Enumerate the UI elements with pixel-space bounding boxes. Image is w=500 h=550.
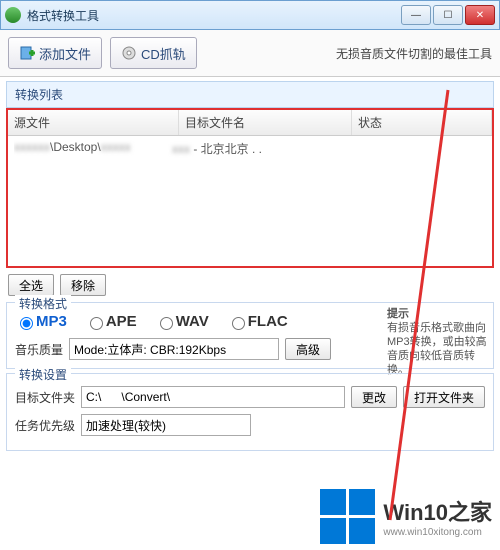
settings-group: 转换设置 目标文件夹 更改 打开文件夹 任务优先级 [6, 373, 494, 451]
titlebar: 格式转换工具 — ☐ ✕ [0, 0, 500, 30]
settings-group-title: 转换设置 [15, 366, 71, 383]
quality-label: 音乐质量 [15, 341, 63, 358]
conversion-list: 源文件 目标文件名 状态 xxxxxx\Desktop\xxxxx xxx - … [6, 110, 494, 268]
watermark-url: www.win10xitong.com [383, 527, 481, 538]
priority-select[interactable] [81, 414, 251, 436]
target-folder-label: 目标文件夹 [15, 389, 75, 406]
row-target: - 北京北京 . . [193, 142, 262, 156]
cd-icon [121, 45, 137, 61]
list-header: 源文件 目标文件名 状态 [8, 110, 492, 136]
quality-select[interactable] [69, 338, 279, 360]
window-title: 格式转换工具 [27, 7, 399, 24]
list-body[interactable]: xxxxxx\Desktop\xxxxx xxx - 北京北京 . . [8, 136, 492, 266]
app-window: 格式转换工具 — ☐ ✕ 添加文件 CD抓轨 无损音质文件切割的最佳工具 转换列… [0, 0, 500, 550]
target-folder-input[interactable] [81, 386, 345, 408]
radio-ape[interactable]: APE [85, 313, 137, 330]
radio-mp3[interactable]: MP3 [15, 313, 67, 330]
app-icon [5, 7, 21, 23]
table-row[interactable]: xxxxxx\Desktop\xxxxx xxx - 北京北京 . . [8, 136, 492, 161]
priority-label: 任务优先级 [15, 417, 75, 434]
windows-logo-icon [320, 489, 375, 544]
add-file-label: 添加文件 [39, 44, 91, 63]
format-group-title: 转换格式 [15, 295, 71, 312]
add-file-button[interactable]: 添加文件 [8, 37, 102, 69]
advanced-button[interactable]: 高级 [285, 338, 331, 360]
row-source: \Desktop\ [50, 140, 101, 154]
col-target[interactable]: 目标文件名 [179, 110, 352, 135]
format-tip: 提示 有损音乐格式歌曲向MP3转换，或由较高音质向较低音质转换。 [387, 307, 487, 377]
select-all-button[interactable]: 全选 [8, 274, 54, 296]
minimize-button[interactable]: — [401, 5, 431, 25]
list-section-title: 转换列表 [6, 81, 494, 108]
maximize-button[interactable]: ☐ [433, 5, 463, 25]
format-group: 转换格式 MP3 APE WAV FLAC 提示 有损音乐格式歌曲向MP3转换，… [6, 302, 494, 369]
open-folder-button[interactable]: 打开文件夹 [403, 386, 485, 408]
col-status[interactable]: 状态 [352, 110, 492, 135]
radio-flac[interactable]: FLAC [227, 313, 288, 330]
watermark-title: Win10之家 [383, 495, 492, 527]
cd-grab-label: CD抓轨 [141, 44, 186, 63]
remove-button[interactable]: 移除 [60, 274, 106, 296]
row-status [332, 140, 486, 157]
add-file-icon [19, 45, 35, 61]
tip-body: 有损音乐格式歌曲向MP3转换，或由较高音质向较低音质转换。 [387, 322, 487, 376]
watermark: Win10之家 www.win10xitong.com [320, 489, 492, 544]
close-button[interactable]: ✕ [465, 5, 495, 25]
col-source[interactable]: 源文件 [8, 110, 179, 135]
change-folder-button[interactable]: 更改 [351, 386, 397, 408]
cd-grab-button[interactable]: CD抓轨 [110, 37, 197, 69]
toolbar: 添加文件 CD抓轨 无损音质文件切割的最佳工具 [0, 30, 500, 77]
list-actions: 全选 移除 [8, 274, 492, 296]
app-subtitle: 无损音质文件切割的最佳工具 [336, 45, 492, 62]
radio-wav[interactable]: WAV [155, 313, 209, 330]
tip-title: 提示 [387, 308, 409, 320]
